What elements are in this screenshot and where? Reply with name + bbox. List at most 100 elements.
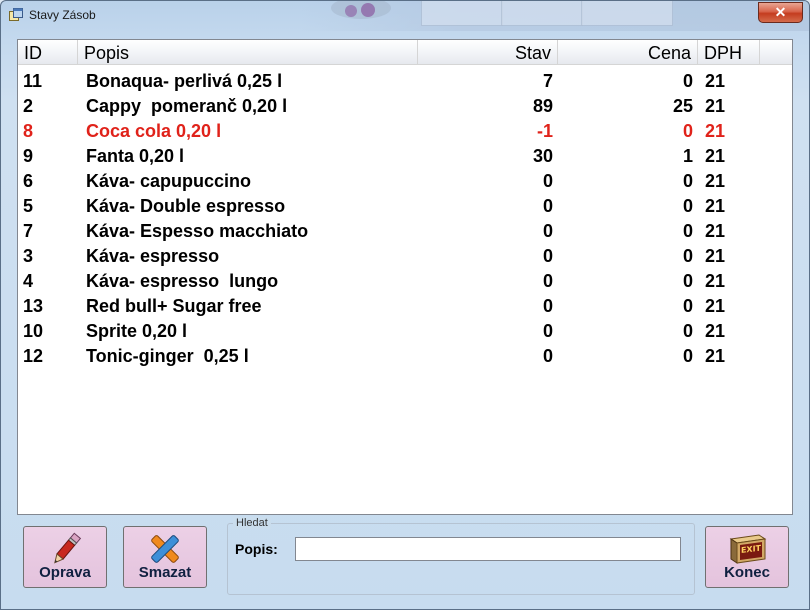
cell-cena: 0 bbox=[682, 171, 693, 191]
cell-dph: 21 bbox=[705, 146, 726, 166]
table-row[interactable]: 7 Káva- Espesso macchiato 0 0 21 bbox=[18, 219, 792, 244]
cell-cena: 0 bbox=[682, 121, 693, 141]
cell-stav: 0 bbox=[542, 196, 553, 216]
cell-id: 4 bbox=[23, 271, 34, 291]
stock-grid[interactable]: ID Popis Stav Cena DPH 11 Bonaqua- perliv… bbox=[17, 39, 793, 515]
table-row[interactable]: 6 Káva- capupuccino 0 0 21 bbox=[18, 169, 792, 194]
cell-dph: 21 bbox=[705, 246, 726, 266]
cell-stav: 0 bbox=[542, 296, 553, 316]
cell-stav: 0 bbox=[542, 221, 553, 241]
cell-popis: Sprite 0,20 l bbox=[86, 321, 188, 341]
cell-cena: 0 bbox=[682, 271, 693, 291]
cell-id: 9 bbox=[23, 146, 34, 166]
cell-id: 11 bbox=[23, 71, 43, 91]
title-decoration-tab bbox=[501, 1, 583, 26]
cell-dph: 21 bbox=[705, 196, 726, 216]
table-row[interactable]: 8 Coca cola 0,20 l -1 0 21 bbox=[18, 119, 792, 144]
table-row[interactable]: 5 Káva- Double espresso 0 0 21 bbox=[18, 194, 792, 219]
cell-popis: Káva- capupuccino bbox=[86, 171, 252, 191]
cell-popis: Bonaqua- perlivá 0,25 l bbox=[86, 71, 283, 91]
popis-label: Popis: bbox=[235, 541, 278, 557]
table-row[interactable]: 13 Red bull+ Sugar free 0 0 21 bbox=[18, 294, 792, 319]
cell-dph: 21 bbox=[705, 171, 726, 191]
column-header-filler bbox=[760, 40, 792, 65]
title-decoration-tab bbox=[581, 1, 673, 26]
cell-id: 3 bbox=[23, 246, 34, 266]
table-row[interactable]: 3 Káva- espresso 0 0 21 bbox=[18, 244, 792, 269]
cell-popis: Red bull+ Sugar free bbox=[86, 296, 262, 316]
cell-popis: Káva- espresso bbox=[86, 246, 220, 266]
smazat-button[interactable]: Smazat bbox=[123, 526, 207, 588]
cell-dph: 21 bbox=[705, 96, 726, 116]
title-decoration-blob bbox=[345, 5, 357, 17]
cell-popis: Fanta 0,20 l bbox=[86, 146, 185, 166]
window-title: Stavy Zásob bbox=[29, 8, 96, 22]
cell-cena: 0 bbox=[682, 346, 693, 366]
cell-stav: 0 bbox=[542, 271, 553, 291]
table-row[interactable]: 2 Cappy pomeranč 0,20 l 89 25 21 bbox=[18, 94, 792, 119]
cell-cena: 0 bbox=[682, 246, 693, 266]
popis-search-input[interactable] bbox=[295, 537, 681, 561]
cell-id: 13 bbox=[23, 296, 44, 316]
cell-dph: 21 bbox=[705, 71, 726, 91]
window: Stavy Zásob ✕ ID Popis Stav Cena DPH 11 B… bbox=[0, 0, 810, 610]
cell-cena: 0 bbox=[682, 196, 693, 216]
column-header-id[interactable]: ID bbox=[18, 40, 78, 65]
title-decoration-blob bbox=[361, 3, 375, 17]
konec-button-label: Konec bbox=[724, 564, 770, 581]
table-row[interactable]: 10 Sprite 0,20 l 0 0 21 bbox=[18, 319, 792, 344]
cell-popis: Káva- espresso lungo bbox=[86, 271, 279, 291]
cell-cena: 0 bbox=[682, 71, 693, 91]
cell-cena: 25 bbox=[672, 96, 693, 116]
oprava-button-label: Oprava bbox=[39, 564, 91, 581]
cell-popis: Káva- Espesso macchiato bbox=[86, 221, 309, 241]
cell-popis: Cappy pomeranč 0,20 l bbox=[86, 96, 288, 116]
grid-header: ID Popis Stav Cena DPH bbox=[18, 40, 792, 66]
cell-stav: 89 bbox=[532, 96, 553, 116]
table-row[interactable]: 9 Fanta 0,20 l 30 1 21 bbox=[18, 144, 792, 169]
cell-stav: 0 bbox=[542, 346, 553, 366]
smazat-button-label: Smazat bbox=[138, 564, 192, 581]
title-decoration-tab bbox=[421, 1, 503, 26]
column-header-dph[interactable]: DPH bbox=[698, 40, 760, 65]
delete-x-icon bbox=[151, 535, 179, 563]
cell-stav: 7 bbox=[542, 71, 553, 91]
cell-dph: 21 bbox=[705, 221, 726, 241]
search-group-label: Hledat bbox=[233, 517, 271, 529]
cell-stav: 30 bbox=[532, 146, 553, 166]
close-button[interactable]: ✕ bbox=[758, 2, 803, 23]
cell-id: 7 bbox=[23, 221, 34, 241]
cell-popis: Coca cola 0,20 l bbox=[86, 121, 222, 141]
column-header-cena[interactable]: Cena bbox=[558, 40, 698, 65]
cell-id: 6 bbox=[23, 171, 34, 191]
pencil-icon bbox=[54, 532, 82, 564]
cell-cena: 0 bbox=[682, 321, 693, 341]
app-icon bbox=[9, 8, 23, 21]
cell-stav: 0 bbox=[542, 171, 553, 191]
grid-rows: 11 Bonaqua- perlivá 0,25 l 7 0 21 2 Cappy pome… bbox=[18, 69, 792, 369]
cell-cena: 1 bbox=[682, 146, 693, 166]
table-row[interactable]: 4 Káva- espresso lungo 0 0 21 bbox=[18, 269, 792, 294]
cell-id: 5 bbox=[23, 196, 34, 216]
cell-dph: 21 bbox=[705, 346, 726, 366]
cell-popis: Káva- Double espresso bbox=[86, 196, 286, 216]
cell-dph: 21 bbox=[705, 321, 726, 341]
title-bar[interactable]: Stavy Zásob ✕ bbox=[1, 1, 809, 31]
cell-stav: 0 bbox=[542, 246, 553, 266]
oprava-button[interactable]: Oprava bbox=[23, 526, 107, 588]
column-header-stav[interactable]: Stav bbox=[418, 40, 558, 65]
cell-cena: 0 bbox=[682, 221, 693, 241]
cell-dph: 21 bbox=[705, 121, 726, 141]
table-row[interactable]: 11 Bonaqua- perlivá 0,25 l 7 0 21 bbox=[18, 69, 792, 94]
cell-dph: 21 bbox=[705, 296, 726, 316]
table-row[interactable]: 12 Tonic-ginger 0,25 l 0 0 21 bbox=[18, 344, 792, 369]
cell-id: 8 bbox=[23, 121, 34, 141]
cell-popis: Tonic-ginger 0,25 l bbox=[86, 346, 249, 366]
cell-stav: 0 bbox=[542, 321, 553, 341]
column-header-popis[interactable]: Popis bbox=[78, 40, 418, 65]
cell-id: 2 bbox=[23, 96, 34, 116]
cell-id: 12 bbox=[23, 346, 44, 366]
konec-button[interactable]: EXIT Konec bbox=[705, 526, 789, 588]
exit-sign-icon: EXIT bbox=[729, 534, 767, 564]
cell-stav: -1 bbox=[536, 121, 553, 141]
